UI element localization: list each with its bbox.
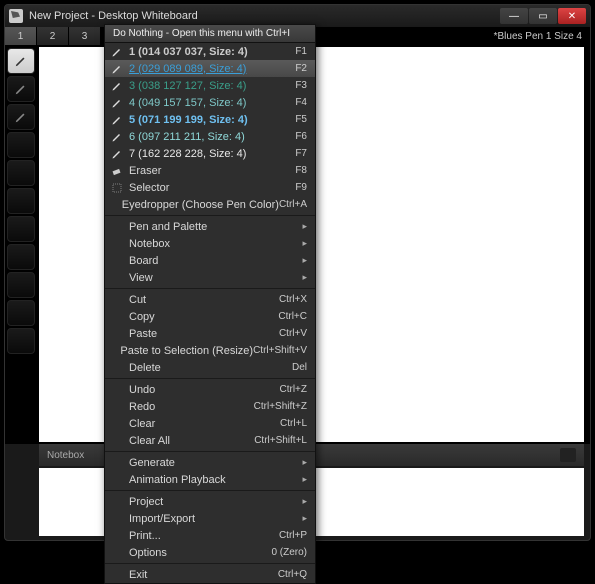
menu-board[interactable]: Board▸ (105, 252, 315, 269)
chevron-right-icon: ▸ (302, 457, 307, 468)
pen-tool-3[interactable] (7, 104, 35, 130)
eraser-icon (109, 165, 125, 177)
menu-eyedropper[interactable]: Eyedropper (Choose Pen Color) Ctrl+A (105, 196, 315, 213)
menu-view[interactable]: View▸ (105, 269, 315, 286)
chevron-right-icon: ▸ (302, 513, 307, 524)
side-toolbar (5, 45, 37, 444)
notebox-label: Notebox (47, 450, 84, 461)
status-text: *Blues Pen 1 Size 4 (494, 27, 590, 45)
pen-icon (109, 114, 125, 126)
chevron-right-icon: ▸ (302, 496, 307, 507)
extra-tool-1[interactable] (7, 300, 35, 326)
menu-import-export[interactable]: Import/Export▸ (105, 510, 315, 527)
pen-label: 4 (049 157 157, Size: 4) (129, 97, 295, 109)
menu-generate[interactable]: Generate▸ (105, 454, 315, 471)
selector-tool[interactable] (7, 272, 35, 298)
pen-shortcut: F5 (295, 114, 307, 125)
maximize-button[interactable]: ▭ (529, 8, 557, 24)
menu-undo[interactable]: UndoCtrl+Z (105, 381, 315, 398)
pen-shortcut: F1 (295, 46, 307, 57)
menu-exit[interactable]: ExitCtrl+Q (105, 566, 315, 583)
pen-tool-6[interactable] (7, 188, 35, 214)
minimize-button[interactable]: — (500, 8, 528, 24)
window-title: New Project - Desktop Whiteboard (29, 10, 499, 22)
pen-icon (109, 131, 125, 143)
menu-project[interactable]: Project▸ (105, 493, 315, 510)
menu-eraser[interactable]: Eraser F8 (105, 162, 315, 179)
tab-1[interactable]: 1 (5, 27, 37, 45)
pen-tool-2[interactable] (7, 76, 35, 102)
menu-pen-palette[interactable]: Pen and Palette▸ (105, 218, 315, 235)
close-button[interactable]: ✕ (558, 8, 586, 24)
menu-pen-1[interactable]: 1 (014 037 037, Size: 4)F1 (105, 43, 315, 60)
menu-clear-all[interactable]: Clear AllCtrl+Shift+L (105, 432, 315, 449)
pen-icon (109, 63, 125, 75)
pen-tool-4[interactable] (7, 132, 35, 158)
menu-redo[interactable]: RedoCtrl+Shift+Z (105, 398, 315, 415)
menu-options[interactable]: Options0 (Zero) (105, 544, 315, 561)
pen-label: 1 (014 037 037, Size: 4) (129, 46, 295, 58)
pen-tool-5[interactable] (7, 160, 35, 186)
menu-delete[interactable]: DeleteDel (105, 359, 315, 376)
chevron-right-icon: ▸ (302, 272, 307, 283)
pen-shortcut: F4 (295, 97, 307, 108)
menu-paste-selection[interactable]: Paste to Selection (Resize)Ctrl+Shift+V (105, 342, 315, 359)
pen-shortcut: F3 (295, 80, 307, 91)
pen-icon (109, 46, 125, 58)
pen-shortcut: F6 (295, 131, 307, 142)
tab-2[interactable]: 2 (37, 27, 69, 45)
pen-label: 2 (029 089 089, Size: 4) (129, 63, 295, 75)
app-icon (9, 9, 23, 23)
pen-label: 6 (097 211 211, Size: 4) (129, 131, 295, 143)
menu-animation-playback[interactable]: Animation Playback▸ (105, 471, 315, 488)
pen-label: 3 (038 127 127, Size: 4) (129, 80, 295, 92)
eraser-tool[interactable] (7, 244, 35, 270)
pen-icon (109, 97, 125, 109)
tab-3[interactable]: 3 (69, 27, 101, 45)
menu-pen-5[interactable]: 5 (071 199 199, Size: 4)F5 (105, 111, 315, 128)
chevron-right-icon: ▸ (302, 474, 307, 485)
pen-label: 5 (071 199 199, Size: 4) (129, 114, 295, 126)
pen-shortcut: F7 (295, 148, 307, 159)
pen-icon (109, 148, 125, 160)
menu-pen-7[interactable]: 7 (162 228 228, Size: 4)F7 (105, 145, 315, 162)
menu-notebox[interactable]: Notebox▸ (105, 235, 315, 252)
menu-clear[interactable]: ClearCtrl+L (105, 415, 315, 432)
pen-label: 7 (162 228 228, Size: 4) (129, 148, 295, 160)
notebox-toggle-button[interactable] (560, 448, 576, 462)
selector-icon (109, 182, 125, 194)
pen-icon (109, 80, 125, 92)
menu-paste[interactable]: PasteCtrl+V (105, 325, 315, 342)
chevron-right-icon: ▸ (302, 255, 307, 266)
menu-pen-2[interactable]: 2 (029 089 089, Size: 4)F2 (105, 60, 315, 77)
menu-pen-6[interactable]: 6 (097 211 211, Size: 4)F6 (105, 128, 315, 145)
extra-tool-2[interactable] (7, 328, 35, 354)
menu-copy[interactable]: CopyCtrl+C (105, 308, 315, 325)
menu-pen-4[interactable]: 4 (049 157 157, Size: 4)F4 (105, 94, 315, 111)
menu-cut[interactable]: CutCtrl+X (105, 291, 315, 308)
chevron-right-icon: ▸ (302, 238, 307, 249)
pen-tool-7[interactable] (7, 216, 35, 242)
menu-header: Do Nothing - Open this menu with Ctrl+I (105, 25, 315, 43)
menu-selector[interactable]: Selector F9 (105, 179, 315, 196)
menu-pen-3[interactable]: 3 (038 127 127, Size: 4)F3 (105, 77, 315, 94)
context-menu: Do Nothing - Open this menu with Ctrl+I … (104, 24, 316, 584)
menu-print[interactable]: Print...Ctrl+P (105, 527, 315, 544)
chevron-right-icon: ▸ (302, 221, 307, 232)
pen-shortcut: F2 (295, 63, 307, 74)
pen-tool-1[interactable] (7, 48, 35, 74)
